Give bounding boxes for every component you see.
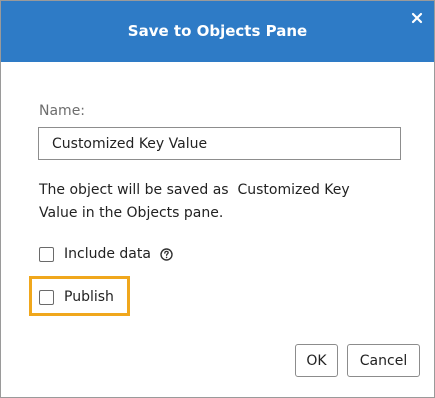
include-data-label: Include data [64, 246, 151, 262]
save-info-line-2: Value in the Objects pane. [39, 205, 224, 221]
publish-checkbox[interactable] [39, 289, 54, 305]
include-data-option: Include data [39, 244, 173, 264]
save-info-line-1: The object will be saved as Customized K… [39, 182, 350, 198]
help-circle-icon[interactable] [160, 247, 173, 261]
dialog-title: Save to Objects Pane [127, 22, 308, 40]
publish-label: Publish [64, 289, 114, 305]
dialog-titlebar: Save to Objects Pane [1, 1, 434, 62]
close-icon[interactable] [409, 10, 425, 26]
save-to-objects-pane-dialog: Save to Objects Pane Name: The object wi… [0, 0, 435, 398]
ok-button[interactable]: OK [295, 344, 338, 377]
name-input[interactable] [38, 127, 401, 160]
name-label: Name: [39, 103, 86, 119]
include-data-checkbox[interactable] [39, 246, 54, 262]
save-info-text: The object will be saved as Customized K… [39, 179, 379, 225]
publish-option: Publish [39, 287, 114, 307]
cancel-button[interactable]: Cancel [347, 344, 420, 377]
